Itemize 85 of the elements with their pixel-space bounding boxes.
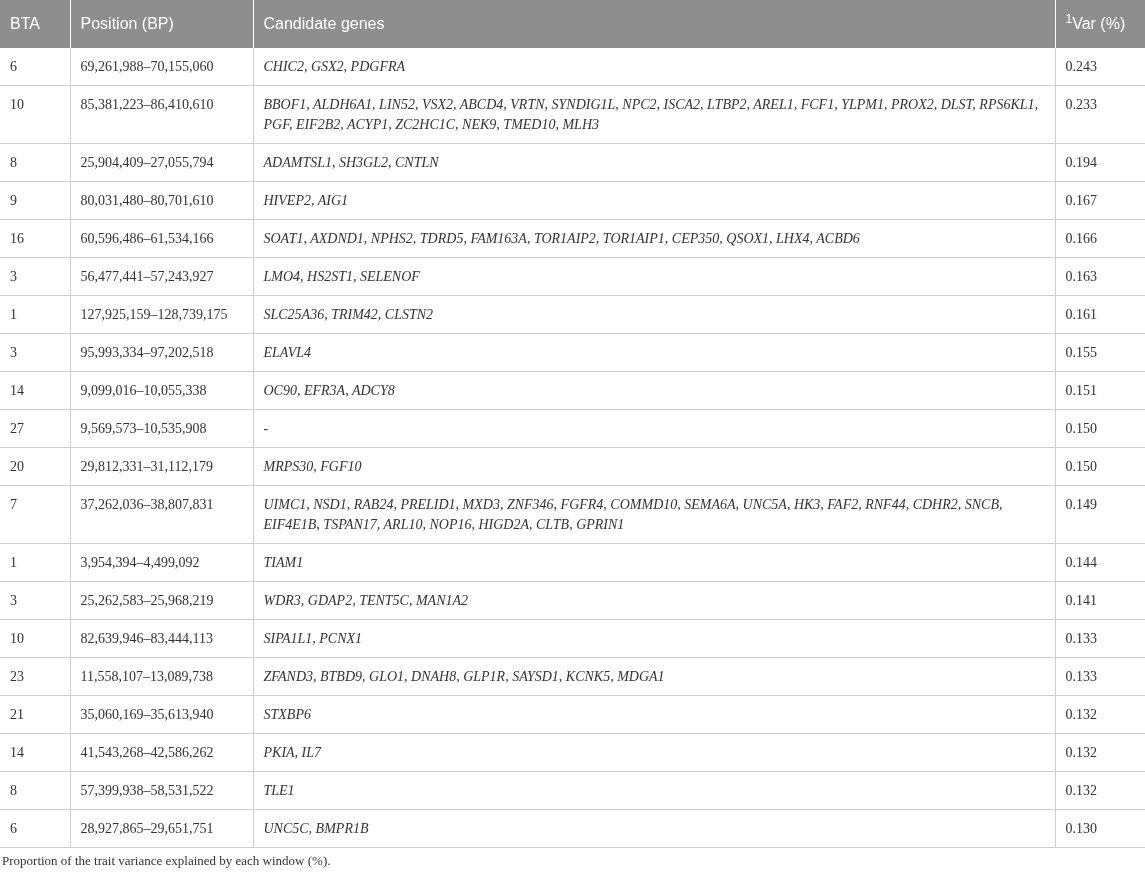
table-cell: 0.133 (1055, 619, 1145, 658)
table-cell: SIPA1L1, PCNX1 (253, 619, 1055, 658)
table-cell: 0.150 (1055, 447, 1145, 486)
table-cell: 82,639,946–83,444,113 (70, 619, 253, 658)
table-cell: 0.132 (1055, 771, 1145, 810)
table-cell: BBOF1, ALDH6A1, LIN52, VSX2, ABCD4, VRTN, SYNDIG1L, NPC2, ISCA2, LTBP2, AREL1, FCF1, YLPM1, PROX2, DLST, RPS6KL1, PGF, EIF2B2, ACYP1, ZC2HC1C, NEK9, TMED10, MLH3 (253, 85, 1055, 144)
table-cell: 69,261,988–70,155,060 (70, 48, 253, 86)
table-cell: 14 (0, 371, 70, 410)
table-cell: 127,925,159–128,739,175 (70, 295, 253, 334)
table-cell: 1 (0, 295, 70, 334)
column-header: BTA (0, 0, 70, 48)
table-cell: 10 (0, 85, 70, 144)
table-cell: CHIC2, GSX2, PDGFRA (253, 48, 1055, 86)
table-cell: 95,993,334–97,202,518 (70, 333, 253, 372)
table-cell: SLC25A36, TRIM42, CLSTN2 (253, 295, 1055, 334)
table-cell: 0.132 (1055, 695, 1145, 734)
table-cell: 0.166 (1055, 219, 1145, 258)
table-cell: 23 (0, 657, 70, 696)
table-cell: OC90, EFR3A, ADCY8 (253, 371, 1055, 410)
table-footnote: Proportion of the trait variance explained by each window (%). (1, 852, 332, 870)
table-cell: 9,569,573–10,535,908 (70, 409, 253, 448)
table-cell: TIAM1 (253, 543, 1055, 582)
column-header: Position (BP) (70, 0, 253, 48)
table-cell: 6 (0, 809, 70, 848)
table-cell: 14 (0, 733, 70, 772)
table-cell: 0.161 (1055, 295, 1145, 334)
table-cell: ELAVL4 (253, 333, 1055, 372)
column-header: $^{1}$Var (%) (1055, 0, 1145, 48)
table-cell: 0.133 (1055, 657, 1145, 696)
table-cell: TLE1 (253, 771, 1055, 810)
table-cell: MRPS30, FGF10 (253, 447, 1055, 486)
table-cell: 57,399,938–58,531,522 (70, 771, 253, 810)
table-cell: 0.151 (1055, 371, 1145, 410)
table-cell: 3,954,394–4,499,092 (70, 543, 253, 582)
table-cell: 0.150 (1055, 409, 1145, 448)
table-cell: SOAT1, AXDND1, NPHS2, TDRD5, FAM163A, TOR1AIP2, TOR1AIP1, CEP350, QSOX1, LHX4, ACBD6 (253, 219, 1055, 258)
table-cell: 37,262,036–38,807,831 (70, 485, 253, 544)
table-cell: 7 (0, 485, 70, 544)
table-cell: WDR3, GDAP2, TENT5C, MAN1A2 (253, 581, 1055, 620)
table-cell: 85,381,223–86,410,610 (70, 85, 253, 144)
table-cell: 0.194 (1055, 143, 1145, 182)
table-cell: 21 (0, 695, 70, 734)
table-cell: UNC5C, BMPR1B (253, 809, 1055, 848)
table-cell: 8 (0, 143, 70, 182)
table-cell: 16 (0, 219, 70, 258)
table-cell: 35,060,169–35,613,940 (70, 695, 253, 734)
table-cell: 56,477,441–57,243,927 (70, 257, 253, 296)
table-cell: 3 (0, 333, 70, 372)
table-cell: 80,031,480–80,701,610 (70, 181, 253, 220)
table-cell: 0.163 (1055, 257, 1145, 296)
table-cell: 41,543,268–42,586,262 (70, 733, 253, 772)
table-cell: 10 (0, 619, 70, 658)
table-cell: 25,262,583–25,968,219 (70, 581, 253, 620)
table-cell: 28,927,865–29,651,751 (70, 809, 253, 848)
table-cell: 0.167 (1055, 181, 1145, 220)
table-cell: PKIA, IL7 (253, 733, 1055, 772)
column-header: Candidate genes (253, 0, 1055, 48)
table-cell: - (253, 409, 1055, 448)
table-cell: 60,596,486–61,534,166 (70, 219, 253, 258)
table-cell: 0.144 (1055, 543, 1145, 582)
table-cell: 9,099,016–10,055,338 (70, 371, 253, 410)
table-cell: HIVEP2, AIG1 (253, 181, 1055, 220)
table-cell: 0.155 (1055, 333, 1145, 372)
table-cell: 0.130 (1055, 809, 1145, 848)
table-cell: 11,558,107–13,089,738 (70, 657, 253, 696)
table-cell: 3 (0, 257, 70, 296)
table-cell: 1 (0, 543, 70, 582)
table-cell: UIMC1, NSD1, RAB24, PRELID1, MXD3, ZNF346, FGFR4, COMMD10, SEMA6A, UNC5A, HK3, FAF2, RNF44, CDHR2, SNCB, EIF4E1B, TSPAN17, ARL10, NOP16, HIGD2A, CLTB, GPRIN1 (253, 485, 1055, 544)
table-cell: ZFAND3, BTBD9, GLO1, DNAH8, GLP1R, SAYSD1, KCNK5, MDGA1 (253, 657, 1055, 696)
table-cell: LMO4, HS2ST1, SELENOF (253, 257, 1055, 296)
table-cell: 9 (0, 181, 70, 220)
table-cell: 25,904,409–27,055,794 (70, 143, 253, 182)
table-cell: 0.243 (1055, 48, 1145, 86)
table-cell: 27 (0, 409, 70, 448)
table-cell: 6 (0, 48, 70, 86)
table-cell: 3 (0, 581, 70, 620)
table-cell: 0.132 (1055, 733, 1145, 772)
table-cell: 0.149 (1055, 485, 1145, 544)
table-cell: STXBP6 (253, 695, 1055, 734)
table-cell: 0.233 (1055, 85, 1145, 144)
table-cell: 8 (0, 771, 70, 810)
table-cell: 29,812,331–31,112,179 (70, 447, 253, 486)
table-cell: 20 (0, 447, 70, 486)
table-cell: 0.141 (1055, 581, 1145, 620)
table-cell: ADAMTSL1, SH3GL2, CNTLN (253, 143, 1055, 182)
